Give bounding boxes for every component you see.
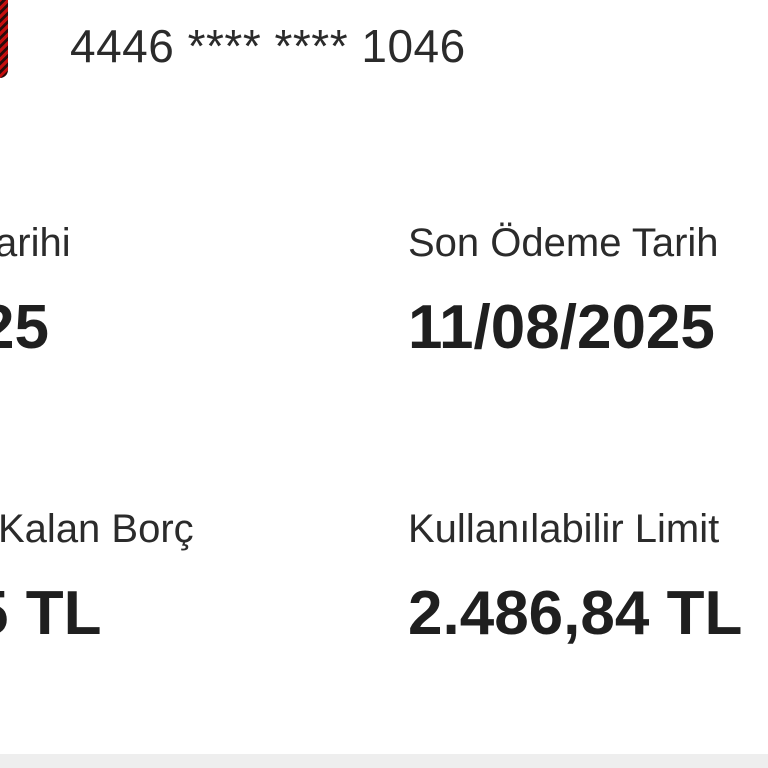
remaining-debt-value: 5 TL: [0, 579, 102, 648]
statement-date-label: arihi: [0, 221, 71, 265]
card-number: 4446 **** **** 1046: [70, 20, 466, 72]
card-summary-screen: 4446 **** **** 1046 arihi 25 Kalan Borç …: [0, 0, 768, 768]
due-date-label: Son Ödeme Tarih: [408, 221, 719, 265]
credit-card-thumbnail[interactable]: [0, 0, 8, 78]
bottom-divider: [0, 754, 768, 768]
remaining-debt-label: Kalan Borç: [0, 507, 194, 551]
due-date-value: 11/08/2025: [408, 293, 715, 362]
statement-date-value: 25: [0, 293, 49, 362]
available-limit-label: Kullanılabilir Limit: [408, 507, 720, 551]
available-limit-value: 2.486,84 TL: [408, 579, 743, 648]
